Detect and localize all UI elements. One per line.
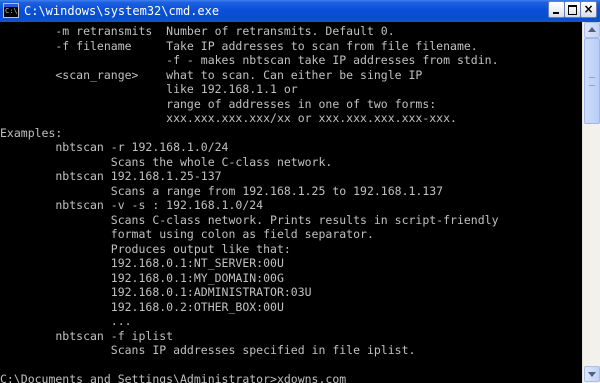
scroll-thumb[interactable] [584,38,600,124]
console-line: Scans C-class network. Prints results in… [0,213,499,227]
close-button[interactable]: × [580,1,597,18]
console-line: range of addresses in one of two forms: [0,97,437,111]
console-line: -m retransmits Number of retransmits. De… [0,24,395,38]
console-line: nbtscan -v -s : 192.168.1.0/24 [0,198,264,212]
console-line: Scans IP addresses specified in file ipl… [0,343,416,357]
console-line: Examples: [0,126,63,140]
vertical-scrollbar[interactable] [582,22,600,383]
console-line: nbtscan -r 192.168.1.0/24 [0,140,229,154]
window-title: C:\windows\system32\cmd.exe [24,4,220,18]
scroll-down-button[interactable] [584,366,600,382]
console-line: Scans the whole C-class network. [0,155,333,169]
console-line: -f filename Take IP addresses to scan fr… [0,39,478,53]
console-line: format using colon as field separator. [0,227,374,241]
console-output[interactable]: -m retransmits Number of retransmits. De… [0,22,582,383]
console-line: 192.168.0.1:MY_DOMAIN:00G [0,271,284,285]
cmd-window: C:\ C:\windows\system32\cmd.exe × -m ret… [0,0,600,383]
command-prompt-line[interactable]: C:\Documents and Settings\Administrator>… [0,372,346,383]
console-line: xxx.xxx.xxx.xxx/xx or xxx.xxx.xxx.xxx-xx… [0,111,457,125]
console-line: like 192.168.1.1 or [0,82,298,96]
console-line: nbtscan 192.168.1.25-137 [0,169,222,183]
console-line: nbtscan -f iplist [0,329,174,343]
cmd-icon[interactable]: C:\ [3,3,19,18]
scroll-up-button[interactable] [584,22,600,38]
close-icon: × [583,2,594,16]
console-line: 192.168.0.1:ADMINISTRATOR:03U [0,285,312,299]
title-bar[interactable]: C:\ C:\windows\system32\cmd.exe × [0,0,600,22]
console-line: 192.168.0.1:NT_SERVER:00U [0,256,284,270]
console-line: Produces output like that: [0,242,291,256]
maximize-button[interactable] [564,1,581,18]
console-line: 192.168.0.2:OTHER_BOX:00U [0,300,284,314]
minimize-button[interactable] [548,1,565,18]
console-line: <scan_range> what to scan. Can either be… [0,68,423,82]
console-line: ... [0,314,132,328]
console-line: Scans a range from 192.168.1.25 to 192.1… [0,184,444,198]
console-line: -f - makes nbtscan take IP addresses fro… [0,53,499,67]
